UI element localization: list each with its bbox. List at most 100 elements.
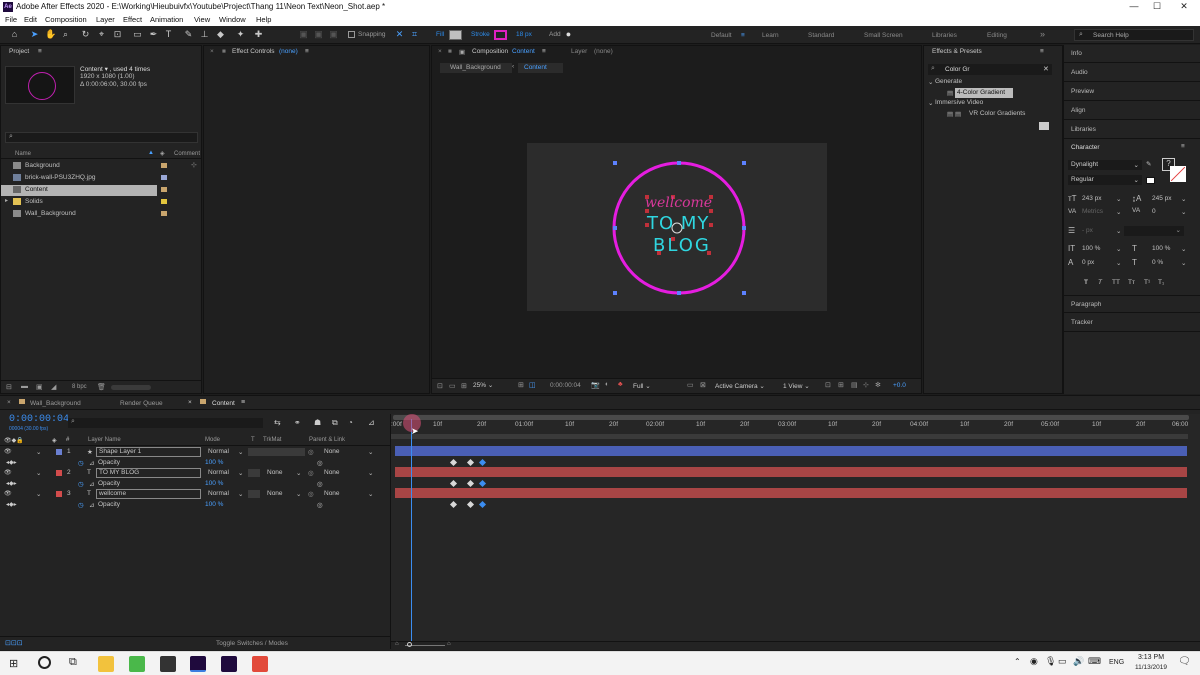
keyframe[interactable]	[449, 458, 458, 467]
bpc-label[interactable]: 8 bpc	[72, 384, 87, 390]
tracker-tab[interactable]: Tracker	[1064, 314, 1200, 332]
comp-viewer[interactable]: wellcome TO MY BLOG	[527, 143, 827, 311]
subscript-button[interactable]: T₁	[1158, 279, 1164, 289]
effects-presets-tab[interactable]: Effects & Presets	[932, 48, 982, 55]
tab-content[interactable]: Content	[212, 400, 235, 407]
effect-controls-tab[interactable]: Effect Controls	[232, 48, 275, 55]
toggle-switches-modes[interactable]: Toggle Switches / Modes	[216, 640, 288, 647]
layer-parent[interactable]: None	[324, 490, 340, 497]
add-icon[interactable]: ●	[563, 29, 574, 40]
selection-tool-icon[interactable]: ➤	[29, 29, 40, 40]
new-preset-icon[interactable]	[1039, 122, 1049, 130]
panel-menu-icon[interactable]: ≡	[1040, 48, 1044, 55]
project-item-selected[interactable]: Content	[1, 185, 157, 196]
workspace-default[interactable]: Default	[711, 32, 732, 39]
font-family-select[interactable]: Dynalight ⌄	[1068, 160, 1142, 170]
close-tab-icon[interactable]: ×	[188, 399, 192, 406]
layer-switches-icon[interactable]: ⊡⊡⊡	[5, 639, 23, 647]
lock-icon[interactable]: ■	[222, 48, 226, 55]
menu-animation[interactable]: Animation	[150, 15, 183, 24]
pick-whip-icon[interactable]: ◎	[317, 459, 323, 467]
motion-blur-icon[interactable]: ◔	[348, 418, 353, 427]
layer-parent[interactable]: None	[324, 448, 340, 455]
horizontal-scale-value[interactable]: 100 %	[1152, 245, 1170, 255]
character-tab[interactable]: Character	[1071, 144, 1100, 154]
menu-window[interactable]: Window	[219, 15, 246, 24]
thumbnail-size-slider[interactable]	[111, 385, 151, 390]
new-composition-icon[interactable]: ▣	[36, 383, 43, 391]
layer-label-color[interactable]	[56, 470, 62, 476]
default-colors-icon[interactable]	[1146, 177, 1155, 184]
keyframe[interactable]	[478, 458, 487, 467]
interpret-footage-icon[interactable]: ⊟	[6, 383, 12, 391]
dropdown-arrow-icon[interactable]: ⌄	[1116, 259, 1121, 269]
new-folder-icon[interactable]: ▬	[21, 383, 28, 390]
tracking-value[interactable]: 0	[1152, 208, 1156, 218]
eye-icon[interactable]: 👁	[4, 448, 12, 455]
transparency-grid-icon[interactable]: ⊠	[700, 381, 706, 389]
close-tab-icon[interactable]: ×	[210, 48, 214, 55]
reset-exposure-icon[interactable]: ✻	[875, 381, 881, 389]
expand-arrow-icon[interactable]: ⌄	[928, 99, 933, 109]
hand-tool-icon[interactable]: ✋	[45, 29, 56, 40]
dropdown-arrow-icon[interactable]: ⌄	[1181, 245, 1186, 255]
camera-tool-icon[interactable]: ⌖	[96, 29, 107, 40]
layer-row[interactable]: 👁 ⌄ 2 T TO MY BLOG Normal ⌄ None ⌄ ◎ Non…	[0, 468, 390, 479]
stroke-color-none[interactable]	[1170, 166, 1186, 182]
project-item[interactable]: Background ⊹	[1, 161, 201, 172]
layer-trkmat[interactable]: None	[267, 490, 283, 497]
keyboard-icon[interactable]: ⌨	[1088, 656, 1101, 667]
channel-icon[interactable]: ♣	[618, 381, 623, 388]
toggle-pixel-aspect-icon[interactable]: ⊡	[825, 381, 831, 389]
property-value[interactable]: 100 %	[205, 501, 223, 508]
snapshot-icon[interactable]: 📷	[591, 381, 600, 389]
label-tag-icon[interactable]: ◈	[160, 150, 165, 157]
small-caps-button[interactable]: Tт	[1128, 279, 1135, 289]
faux-bold-button[interactable]: T	[1084, 279, 1088, 289]
tab-wall-background[interactable]: Wall_Background	[30, 400, 81, 407]
lock-icon[interactable]: ■	[448, 48, 452, 55]
axis-world-icon[interactable]: ▣	[313, 29, 324, 40]
layer-mode[interactable]: Normal	[208, 469, 229, 476]
menu-effect[interactable]: Effect	[123, 15, 142, 24]
sort-up-icon[interactable]: ▲	[148, 150, 154, 156]
work-area-bar[interactable]	[391, 434, 1188, 439]
workspace-standard[interactable]: Standard	[808, 32, 834, 39]
composition-tab[interactable]: Composition	[472, 48, 508, 55]
keyframe[interactable]	[478, 500, 487, 509]
stroke-width[interactable]: 18 px	[516, 31, 532, 38]
property-value[interactable]: 100 %	[205, 480, 223, 487]
camera-select[interactable]: Active Camera ⌄	[715, 382, 780, 392]
more-workspaces-icon[interactable]: »	[1040, 29, 1045, 39]
stopwatch-icon[interactable]: ◷	[78, 459, 84, 467]
frame-blending-icon[interactable]: ⧉	[332, 418, 338, 428]
shy-layers-icon[interactable]: ☗	[314, 418, 321, 427]
kerning-value[interactable]: Metrics	[1082, 208, 1103, 218]
keyframe[interactable]	[466, 500, 475, 509]
dropdown-arrow-icon[interactable]: ⌄	[368, 490, 373, 498]
col-trkmat[interactable]: TrkMat	[263, 437, 281, 443]
composition-mini-flowchart-icon[interactable]: ⇆	[274, 418, 281, 427]
project-settings-icon[interactable]: ◢	[51, 383, 56, 391]
after-effects-icon[interactable]	[221, 656, 237, 672]
puppet-tool-icon[interactable]: ✚	[253, 29, 264, 40]
layer-label-color[interactable]	[56, 449, 62, 455]
timeline-graph[interactable]: ➤ ⌂ ⌂	[390, 414, 1200, 649]
font-style-select[interactable]: Regular ⌄	[1068, 175, 1142, 185]
stroke-swatch[interactable]	[494, 30, 507, 40]
axis-view-icon[interactable]: ▣	[328, 29, 339, 40]
search-help-field[interactable]: ⌕ Search Help	[1074, 29, 1194, 41]
layer-row[interactable]: 👁 ⌄ 3 T wellcome Normal ⌄ None ⌄ ◎ None …	[0, 489, 390, 500]
search-circle-icon[interactable]	[38, 656, 51, 669]
zoom-tool-icon[interactable]: ⌕	[60, 29, 71, 40]
minimize-button[interactable]: —	[1124, 1, 1144, 13]
col-t[interactable]: T	[251, 437, 255, 443]
notifications-icon[interactable]: 🗨	[1178, 656, 1191, 667]
dropdown-arrow-icon[interactable]: ⌄	[1181, 208, 1186, 218]
workspace-learn[interactable]: Learn	[762, 32, 779, 39]
superscript-button[interactable]: T¹	[1144, 279, 1150, 289]
clock-date[interactable]: 11/13/2019	[1131, 664, 1171, 671]
grid-icon[interactable]: ⊞	[518, 381, 524, 389]
layer-label-color[interactable]	[56, 491, 62, 497]
dropdown-arrow-icon[interactable]: ⌄	[238, 490, 243, 498]
